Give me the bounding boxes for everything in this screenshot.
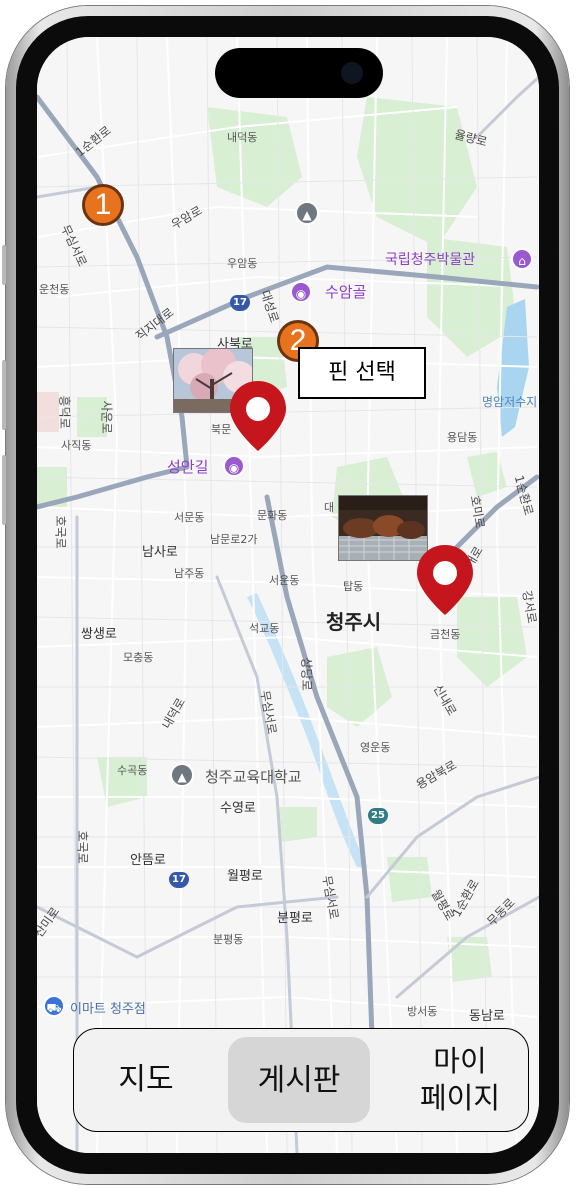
map-label: 사직동 [61, 439, 92, 452]
map-label: 석교동 [249, 622, 280, 635]
city-label: 청주시 [326, 610, 382, 634]
map-label: 남사로 [142, 545, 178, 560]
map-label: 탑동 [343, 580, 364, 593]
map-label: 서문동 [174, 511, 205, 524]
map-label: 수곡동 [117, 764, 148, 777]
reservoir-label: 명암저수지 [482, 395, 538, 409]
map-pin-icon[interactable] [228, 379, 288, 453]
map-label: 방서동 [407, 1005, 438, 1018]
map-label: 대 [324, 501, 335, 514]
suamgol-label[interactable]: 수암골 [325, 281, 366, 302]
tab-mypage[interactable]: 마이 페이지 [394, 1029, 526, 1130]
shopping-cart-icon[interactable]: ⛟ [43, 995, 65, 1017]
tab-board[interactable]: 게시판 [228, 1037, 370, 1123]
camera-icon [341, 62, 363, 84]
highway-17-badge: 17 [169, 872, 189, 888]
side-button-left-top [2, 245, 6, 285]
map-label: 모충동 [123, 651, 154, 664]
side-button-left-mid [2, 360, 6, 430]
map-label: 남주동 [174, 567, 205, 580]
map-label: 영운동 [360, 741, 391, 754]
map-pin-icon[interactable] [415, 543, 475, 617]
map-label: 쌍생로 [81, 627, 117, 642]
map-label: 우암동 [227, 257, 258, 270]
highway-17-badge: 17 [230, 295, 250, 311]
map-label: 용담동 [447, 431, 478, 444]
map-label: 서운동 [269, 574, 300, 587]
museum-label[interactable]: 국립청주박물관 [385, 249, 475, 269]
map-label: 호국로 [75, 830, 90, 864]
camera-poi-icon[interactable]: ◉ [290, 281, 312, 303]
bottom-nav: 지도 게시판 마이 페이지 [73, 1028, 529, 1132]
map-label: 문화동 [257, 509, 288, 522]
map-label: 사운로 [99, 400, 114, 434]
emart-label[interactable]: 이마트 청주점 [70, 998, 146, 1017]
map-label: 분평동 [213, 933, 244, 946]
map-label: 운천동 [39, 283, 70, 296]
museum-icon[interactable]: ⌂ [511, 248, 533, 270]
map-label: 동남로 [469, 1009, 505, 1024]
map-label: 수영로 [220, 801, 256, 816]
map-label: 안뜸로 [130, 853, 166, 868]
tab-map[interactable]: 지도 [94, 1029, 198, 1130]
screen: 1순환로 율량로 내덕동 우암로 무심서로 우암동 운천동 직지대로 대성로 사… [37, 37, 539, 1153]
step-1-badge: 1 [82, 184, 124, 226]
map-label: 호국로 [53, 515, 68, 549]
map-label: 금천동 [430, 628, 461, 641]
map-label: 흥덕로 [57, 395, 72, 429]
side-button-left-low [2, 455, 6, 525]
dynamic-island [215, 48, 383, 98]
map-label: 남문로2가 [210, 533, 258, 546]
university-label[interactable]: 청주교육대학교 [205, 766, 302, 787]
pin-select-callout: 핀 선택 [298, 347, 426, 399]
map-label: 상당로 [299, 657, 314, 691]
map-label: 월평로 [227, 869, 263, 884]
school-pin-icon[interactable]: ▲ [170, 763, 194, 787]
camera-poi-icon[interactable]: ◉ [223, 455, 245, 477]
seonganggil-label[interactable]: 성안길 [167, 456, 208, 477]
map-label: 내덕동 [227, 131, 258, 144]
map-label: 분평로 [277, 911, 313, 926]
school-pin-icon[interactable]: ▲ [295, 201, 319, 225]
highway-25-badge: 25 [368, 808, 388, 824]
